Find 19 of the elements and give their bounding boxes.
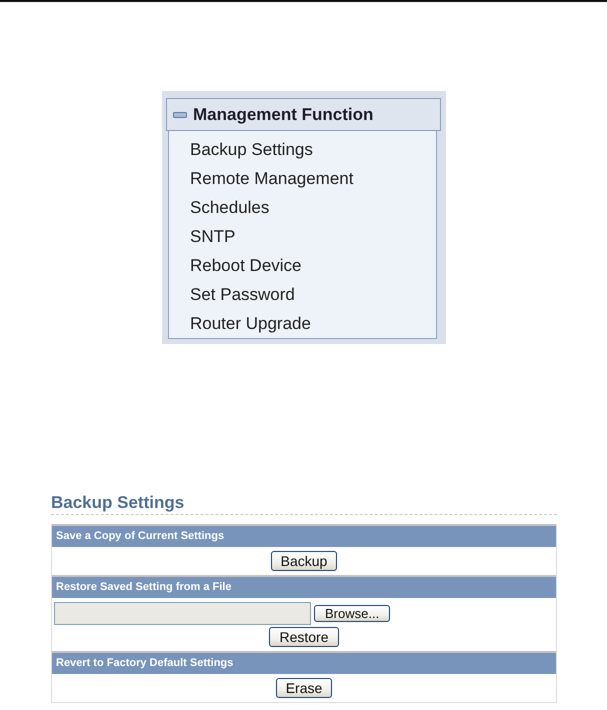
menu-item[interactable]: Router Upgrade xyxy=(190,309,311,338)
action-button[interactable]: Backup xyxy=(270,551,338,571)
menu-item[interactable]: Schedules xyxy=(190,193,270,222)
menu-item[interactable]: Reboot Device xyxy=(190,251,302,280)
action-button[interactable]: Restore xyxy=(269,627,339,647)
menu-item[interactable]: Remote Management xyxy=(190,164,354,193)
section-header: Revert to Factory Default Settings xyxy=(52,651,556,674)
section-header: Save a Copy of Current Settings xyxy=(52,524,556,547)
page-title: Backup Settings xyxy=(51,493,184,513)
action-button[interactable]: Erase xyxy=(276,678,332,698)
menu-header[interactable]: Management Function xyxy=(166,98,441,131)
minus-icon[interactable] xyxy=(173,110,187,118)
file-path-field[interactable] xyxy=(54,602,311,625)
menu-item[interactable]: SNTP xyxy=(190,222,236,251)
menu-title: Management Function xyxy=(193,104,374,124)
menu-item[interactable]: Set Password xyxy=(190,280,295,309)
section-header: Restore Saved Setting from a File xyxy=(52,575,556,598)
menu-item[interactable]: Backup Settings xyxy=(190,135,313,164)
browse-button[interactable]: Browse... xyxy=(314,605,390,622)
